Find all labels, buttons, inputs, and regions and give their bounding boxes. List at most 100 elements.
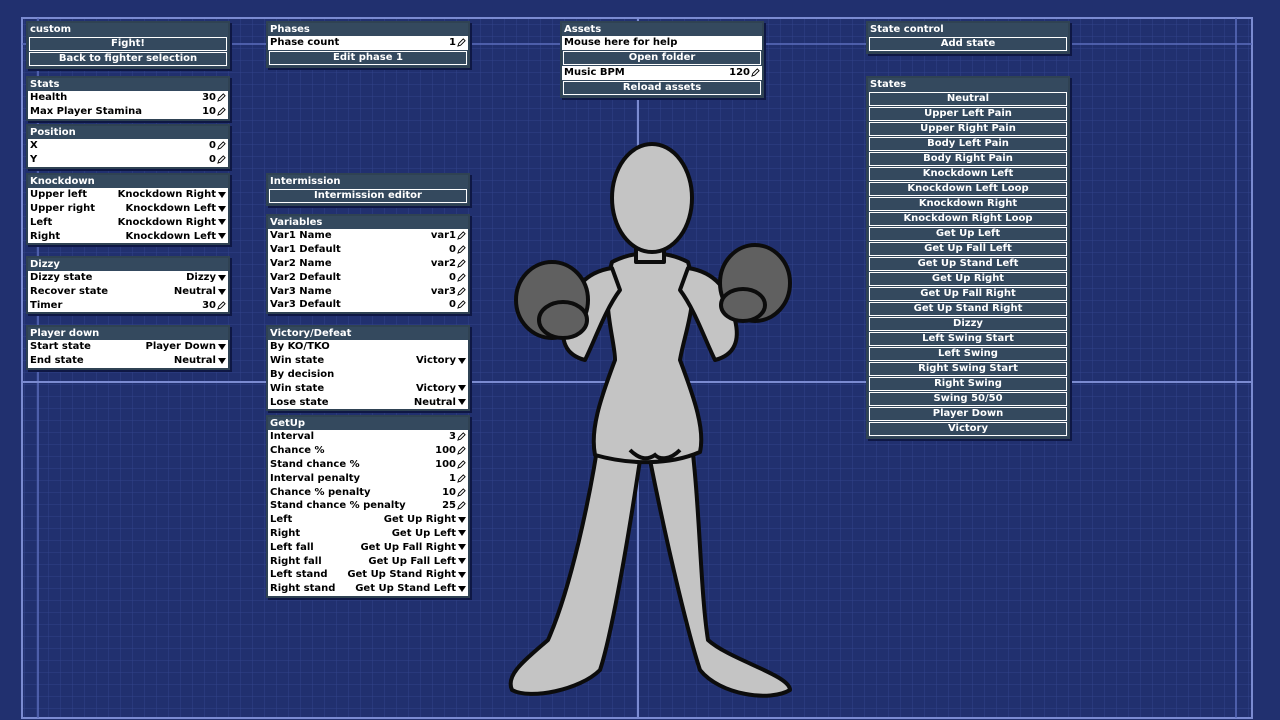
decision-win-state-dropdown[interactable]: Victory bbox=[416, 383, 466, 394]
lose-state-field[interactable]: Lose state Neutral bbox=[268, 395, 468, 409]
upper-right-dropdown[interactable]: Knockdown Left bbox=[126, 203, 226, 214]
chance-penalty-value[interactable]: 10 bbox=[442, 487, 456, 498]
state-item-neutral[interactable]: Neutral bbox=[868, 91, 1068, 107]
var3-default-field[interactable]: Var3 Default 0 bbox=[268, 298, 468, 312]
max-player-stamina-field[interactable]: Max Player Stamina 10 bbox=[28, 105, 228, 119]
position-x-value[interactable]: 0 bbox=[209, 140, 216, 151]
music-bpm-field[interactable]: Music BPM 120 bbox=[562, 66, 762, 80]
state-item-upper-left-pain[interactable]: Upper Left Pain bbox=[868, 106, 1068, 122]
knockdown-upper-right-field[interactable]: Upper right Knockdown Left bbox=[28, 202, 228, 216]
getup-right-fall-field[interactable]: Right fall Get Up Fall Left bbox=[268, 554, 468, 568]
left-dropdown[interactable]: Knockdown Right bbox=[118, 217, 226, 228]
state-item-player-down[interactable]: Player Down bbox=[868, 406, 1068, 422]
var3-default-value[interactable]: 0 bbox=[449, 299, 456, 310]
getup-right-field[interactable]: Right Get Up Left bbox=[268, 527, 468, 541]
stand-chance-penalty-field[interactable]: Stand chance % penalty 25 bbox=[268, 499, 468, 513]
position-y-value[interactable]: 0 bbox=[209, 154, 216, 165]
getup-right-fall-dropdown[interactable]: Get Up Fall Left bbox=[368, 556, 466, 567]
stand-chance-penalty-value[interactable]: 25 bbox=[442, 500, 456, 511]
stand-chance-field[interactable]: Stand chance % 100 bbox=[268, 458, 468, 472]
pencil-icon[interactable] bbox=[457, 286, 466, 296]
getup-left-fall-dropdown[interactable]: Get Up Fall Right bbox=[360, 542, 466, 553]
pencil-icon[interactable] bbox=[217, 93, 226, 103]
pencil-icon[interactable] bbox=[217, 141, 226, 151]
pencil-icon[interactable] bbox=[457, 501, 466, 511]
var1-name-field[interactable]: Var1 Name var1 bbox=[268, 229, 468, 243]
phase-count-value[interactable]: 1 bbox=[449, 37, 456, 48]
getup-left-stand-dropdown[interactable]: Get Up Stand Right bbox=[347, 569, 466, 580]
decision-win-state-field[interactable]: Win state Victory bbox=[268, 381, 468, 395]
var1-name-value[interactable]: var1 bbox=[431, 230, 456, 241]
end-state-field[interactable]: End state Neutral bbox=[28, 354, 228, 368]
reload-assets-button[interactable]: Reload assets bbox=[562, 79, 762, 96]
lose-state-dropdown[interactable]: Neutral bbox=[414, 397, 466, 408]
end-state-dropdown[interactable]: Neutral bbox=[174, 355, 226, 366]
pencil-icon[interactable] bbox=[217, 301, 226, 310]
knockdown-left-field[interactable]: Left Knockdown Right bbox=[28, 216, 228, 230]
pencil-icon[interactable] bbox=[457, 300, 466, 310]
right-dropdown[interactable]: Knockdown Left bbox=[126, 231, 226, 242]
timer-field[interactable]: Timer 30 bbox=[28, 299, 228, 313]
state-item-get-up-stand-right[interactable]: Get Up Stand Right bbox=[868, 301, 1068, 317]
state-item-right-swing[interactable]: Right Swing bbox=[868, 376, 1068, 392]
pencil-icon[interactable] bbox=[457, 38, 466, 48]
dizzy-state-dropdown[interactable]: Dizzy bbox=[186, 272, 226, 283]
interval-penalty-value[interactable]: 1 bbox=[449, 473, 456, 484]
state-item-get-up-left[interactable]: Get Up Left bbox=[868, 226, 1068, 242]
pencil-icon[interactable] bbox=[457, 446, 466, 455]
var2-default-field[interactable]: Var2 Default 0 bbox=[268, 270, 468, 284]
pencil-icon[interactable] bbox=[457, 273, 466, 282]
state-item-body-left-pain[interactable]: Body Left Pain bbox=[868, 136, 1068, 152]
position-y-field[interactable]: Y0 bbox=[28, 153, 228, 167]
music-bpm-value[interactable]: 120 bbox=[729, 67, 750, 78]
intermission-editor-button[interactable]: Intermission editor bbox=[268, 188, 468, 204]
help-hover-area[interactable]: Mouse here for help bbox=[562, 36, 762, 50]
knockdown-upper-left-field[interactable]: Upper left Knockdown Right bbox=[28, 188, 228, 202]
edit-phase-button[interactable]: Edit phase 1 bbox=[268, 49, 468, 66]
getup-right-stand-field[interactable]: Right stand Get Up Stand Left bbox=[268, 582, 468, 596]
var1-default-value[interactable]: 0 bbox=[449, 244, 456, 255]
var2-default-value[interactable]: 0 bbox=[449, 272, 456, 283]
chance-penalty-field[interactable]: Chance % penalty 10 bbox=[268, 485, 468, 499]
pencil-icon[interactable] bbox=[457, 432, 466, 442]
recover-state-field[interactable]: Recover state Neutral bbox=[28, 285, 228, 299]
pencil-icon[interactable] bbox=[457, 231, 466, 241]
state-item-get-up-right[interactable]: Get Up Right bbox=[868, 271, 1068, 287]
state-item-knockdown-left[interactable]: Knockdown Left bbox=[868, 166, 1068, 182]
getup-right-stand-dropdown[interactable]: Get Up Stand Left bbox=[355, 583, 466, 594]
pencil-icon[interactable] bbox=[457, 460, 466, 469]
add-state-button[interactable]: Add state bbox=[868, 36, 1068, 52]
stand-chance-value[interactable]: 100 bbox=[435, 459, 456, 470]
var1-default-field[interactable]: Var1 Default 0 bbox=[268, 243, 468, 257]
recover-state-dropdown[interactable]: Neutral bbox=[174, 286, 226, 297]
interval-value[interactable]: 3 bbox=[449, 431, 456, 442]
state-item-get-up-stand-left[interactable]: Get Up Stand Left bbox=[868, 256, 1068, 272]
fight-button[interactable]: Fight! bbox=[28, 36, 228, 52]
var2-name-value[interactable]: var2 bbox=[431, 258, 456, 269]
health-field[interactable]: Health 30 bbox=[28, 91, 228, 105]
open-folder-button[interactable]: Open folder bbox=[562, 49, 762, 66]
position-x-field[interactable]: X0 bbox=[28, 139, 228, 153]
pencil-icon[interactable] bbox=[217, 107, 226, 116]
state-item-right-swing-start[interactable]: Right Swing Start bbox=[868, 361, 1068, 377]
dizzy-state-field[interactable]: Dizzy state Dizzy bbox=[28, 271, 228, 285]
chance-field[interactable]: Chance % 100 bbox=[268, 444, 468, 458]
pencil-icon[interactable] bbox=[457, 487, 466, 497]
var2-name-field[interactable]: Var2 Name var2 bbox=[268, 257, 468, 271]
upper-left-dropdown[interactable]: Knockdown Right bbox=[118, 189, 226, 200]
state-item-body-right-pain[interactable]: Body Right Pain bbox=[868, 151, 1068, 167]
state-item-left-swing[interactable]: Left Swing bbox=[868, 346, 1068, 362]
ko-win-state-dropdown[interactable]: Victory bbox=[416, 355, 466, 366]
state-item-upper-right-pain[interactable]: Upper Right Pain bbox=[868, 121, 1068, 137]
pencil-icon[interactable] bbox=[457, 245, 466, 254]
getup-left-stand-field[interactable]: Left stand Get Up Stand Right bbox=[268, 568, 468, 582]
state-item-dizzy[interactable]: Dizzy bbox=[868, 316, 1068, 332]
state-item-knockdown-right-loop[interactable]: Knockdown Right Loop bbox=[868, 211, 1068, 227]
ko-win-state-field[interactable]: Win state Victory bbox=[268, 354, 468, 368]
pencil-icon[interactable] bbox=[217, 155, 226, 164]
start-state-dropdown[interactable]: Player Down bbox=[146, 341, 226, 352]
start-state-field[interactable]: Start state Player Down bbox=[28, 340, 228, 354]
var3-name-field[interactable]: Var3 Name var3 bbox=[268, 284, 468, 298]
knockdown-right-field[interactable]: Right Knockdown Left bbox=[28, 229, 228, 243]
getup-right-dropdown[interactable]: Get Up Left bbox=[392, 528, 466, 539]
